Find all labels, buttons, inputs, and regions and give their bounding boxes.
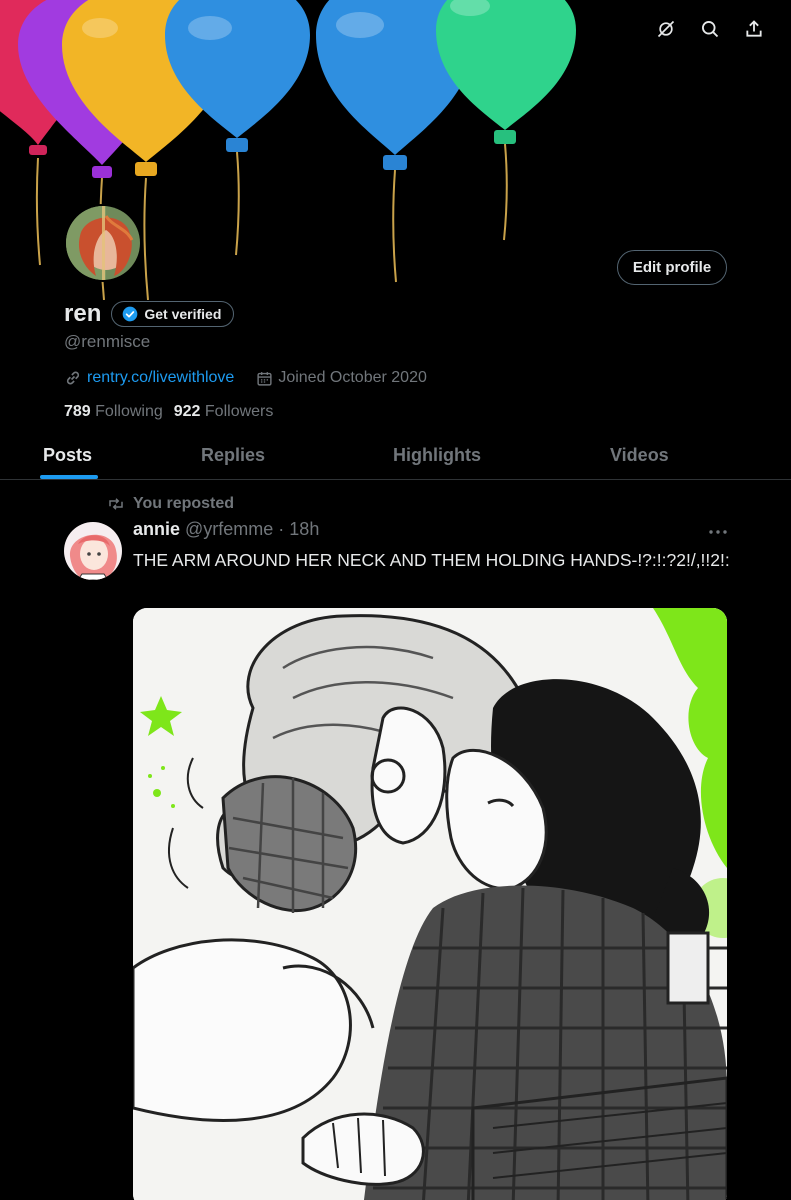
header-actions [651, 14, 769, 44]
profile-handle: @renmisce [64, 332, 151, 351]
follow-counts: 789 Following 922 Followers [64, 403, 273, 421]
post-time[interactable]: 18h [289, 519, 319, 540]
profile-link[interactable]: rentry.co/livewithlove [87, 369, 234, 387]
post-author-name[interactable]: annie [133, 519, 180, 540]
followers-count: 922 [173, 403, 201, 420]
profile-avatar[interactable] [64, 204, 142, 282]
post-author-avatar[interactable] [64, 522, 122, 580]
edit-profile-button[interactable]: Edit profile [617, 250, 727, 285]
tab-posts[interactable]: Posts [43, 430, 92, 480]
get-verified-label: Get verified [144, 306, 222, 322]
profile-meta: rentry.co/livewithlove Joined October 20… [64, 369, 427, 387]
tab-videos[interactable]: Videos [610, 430, 669, 480]
share-icon[interactable] [739, 14, 769, 44]
repost-label: You reposted [133, 495, 235, 512]
repost-icon [109, 498, 123, 510]
grok-icon[interactable] [651, 14, 681, 44]
post-header: annie @yrfemme · 18h [133, 519, 319, 540]
get-verified-button[interactable]: Get verified [111, 301, 235, 327]
following-label: Following [95, 403, 163, 420]
repost-context: You reposted [107, 495, 234, 513]
tab-highlights[interactable]: Highlights [393, 430, 481, 480]
post-author-handle[interactable]: @yrfemme [185, 519, 273, 540]
link-icon [66, 371, 80, 385]
verified-badge-icon [123, 306, 138, 322]
followers-link[interactable]: 922 Followers [174, 403, 274, 421]
tab-replies[interactable]: Replies [201, 430, 265, 480]
display-name: ren [64, 300, 102, 327]
followers-label: Followers [204, 403, 274, 420]
active-tab-indicator [40, 475, 98, 479]
following-link[interactable]: 789 Following [64, 403, 163, 421]
joined-date: Joined October 2020 [278, 369, 427, 386]
profile-tabs: Posts Replies Highlights Videos [0, 430, 791, 480]
post-media-image[interactable] [133, 608, 727, 1200]
calendar-icon [257, 371, 272, 386]
search-icon[interactable] [695, 14, 725, 44]
post-text: THE ARM AROUND HER NECK AND THEM HOLDING… [133, 550, 730, 570]
more-options-icon[interactable] [706, 520, 730, 544]
post-separator: · [278, 519, 285, 539]
following-count: 789 [64, 403, 91, 420]
profile-name-row: ren Get verified [64, 300, 235, 328]
